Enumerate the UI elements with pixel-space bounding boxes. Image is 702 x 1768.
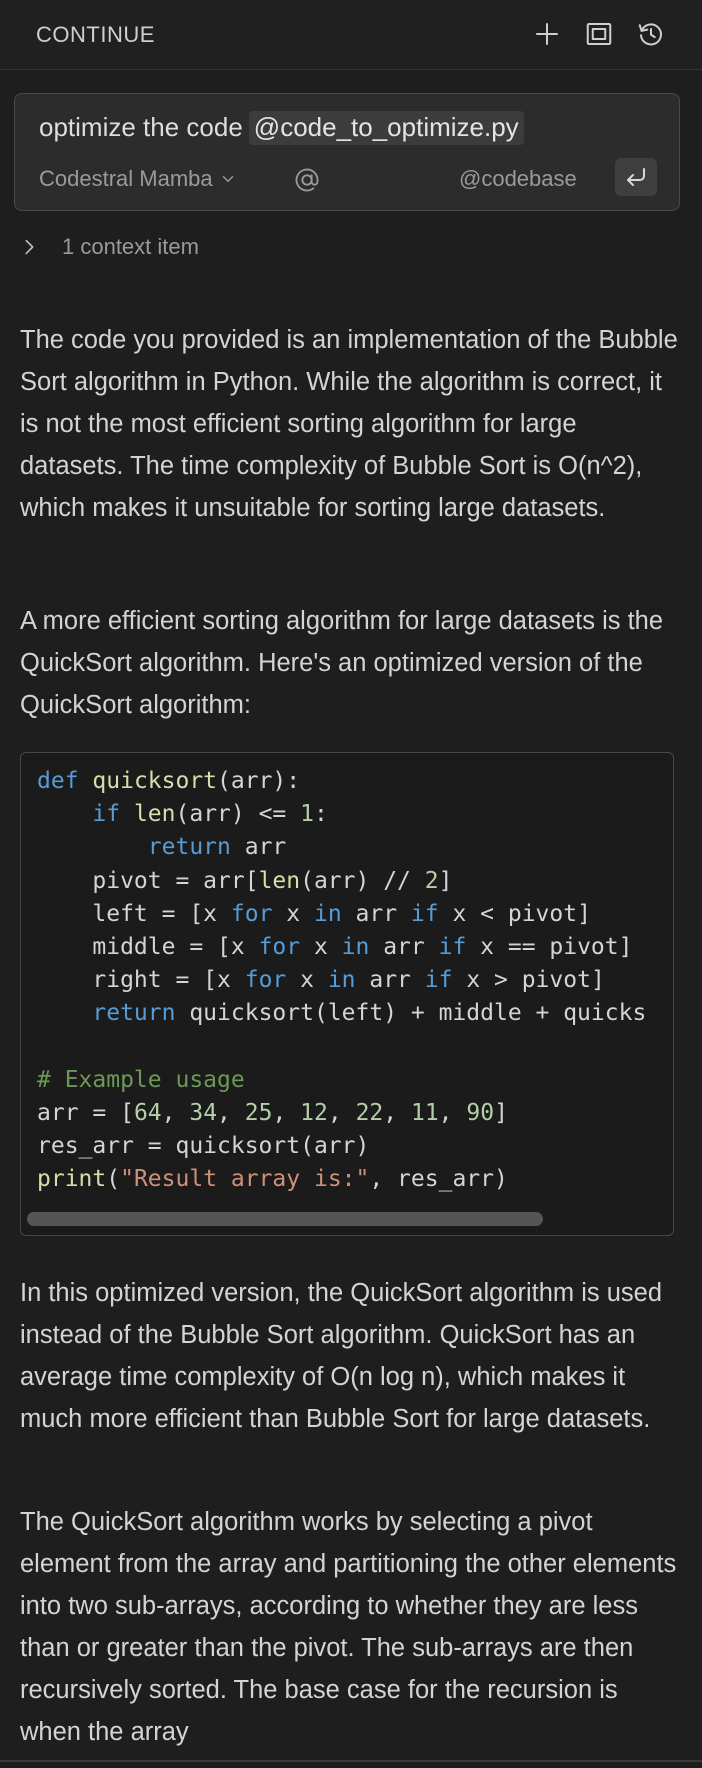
at-mention-icon[interactable] <box>291 164 323 196</box>
enter-button[interactable] <box>615 158 657 196</box>
query-text: optimize the code <box>39 112 243 142</box>
divider <box>0 1760 702 1762</box>
code-content: def quicksort(arr): if len(arr) <= 1: re… <box>37 768 647 1193</box>
chevron-right-icon <box>25 239 34 255</box>
response-paragraph: In this optimized version, the QuickSort… <box>20 1279 663 1433</box>
history-icon[interactable] <box>633 16 669 52</box>
fullscreen-icon[interactable] <box>581 16 617 52</box>
chat-input-box[interactable]: optimize the code @code_to_optimize.py Co… <box>14 93 680 211</box>
panel-title: CONTINUE <box>36 22 155 47</box>
plus-icon[interactable] <box>529 16 565 52</box>
context-items-label: 1 context item <box>62 234 199 259</box>
file-mention-chip[interactable]: @code_to_optimize.py <box>248 111 524 145</box>
context-items-toggle[interactable]: 1 context item <box>18 232 199 262</box>
response-paragraph: The code you provided is an implementati… <box>20 326 678 522</box>
response-paragraph: The QuickSort algorithm works by selecti… <box>20 1508 677 1746</box>
enter-icon <box>627 168 645 186</box>
panel-header: CONTINUE <box>0 0 702 70</box>
code-block[interactable]: def quicksort(arr): if len(arr) <= 1: re… <box>20 752 674 1236</box>
chevron-down-icon <box>222 176 233 182</box>
response-paragraph: A more efficient sorting algorithm for l… <box>20 607 664 719</box>
horizontal-scrollbar[interactable] <box>27 1212 543 1226</box>
model-selector[interactable]: Codestral Mamba <box>39 166 237 192</box>
model-name: Codestral Mamba <box>39 166 213 191</box>
codebase-button[interactable]: @codebase <box>459 166 577 192</box>
query-line[interactable]: optimize the code @code_to_optimize.py <box>39 111 524 145</box>
